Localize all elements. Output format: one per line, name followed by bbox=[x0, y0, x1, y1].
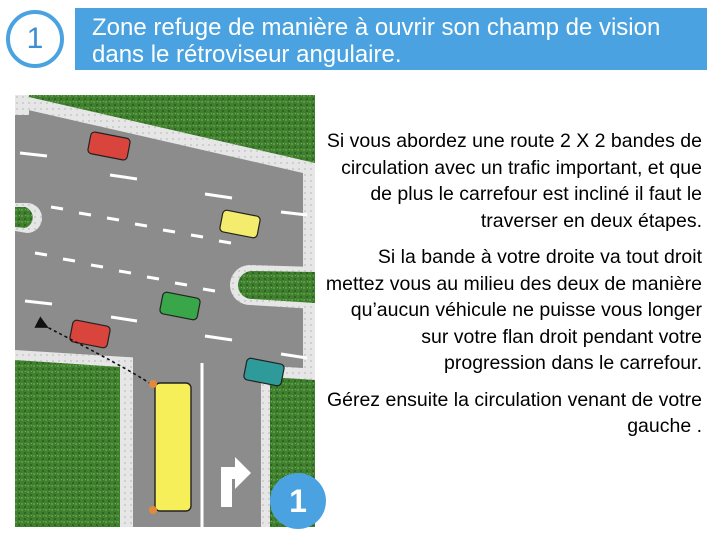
badge-number: 1 bbox=[289, 482, 307, 519]
median-island-right-grass bbox=[237, 271, 315, 303]
step-badge: 1 bbox=[270, 473, 326, 529]
title-bar: Zone refuge de manière à ouvrir son cham… bbox=[75, 8, 707, 70]
paragraph-1: Si vous abordez une route 2 X 2 bandes d… bbox=[326, 130, 702, 232]
truck-signal-front bbox=[149, 380, 157, 388]
paragraph-2: Si la bande à votre droite va tout droit… bbox=[325, 246, 702, 374]
paragraph-3: Gérez ensuite la circulation venant de v… bbox=[326, 388, 702, 438]
step-number-circle: 1 bbox=[6, 10, 64, 68]
intersection-diagram bbox=[15, 95, 315, 527]
truck-signal-rear bbox=[149, 506, 157, 514]
left-curb-strip bbox=[15, 95, 29, 115]
explanation-text: Si vous abordez une route 2 X 2 bandes d… bbox=[322, 128, 702, 450]
slide-title: Zone refuge de manière à ouvrir son cham… bbox=[92, 14, 661, 68]
step-number: 1 bbox=[26, 22, 44, 55]
truck bbox=[154, 382, 192, 512]
side-road-asphalt bbox=[133, 345, 261, 527]
